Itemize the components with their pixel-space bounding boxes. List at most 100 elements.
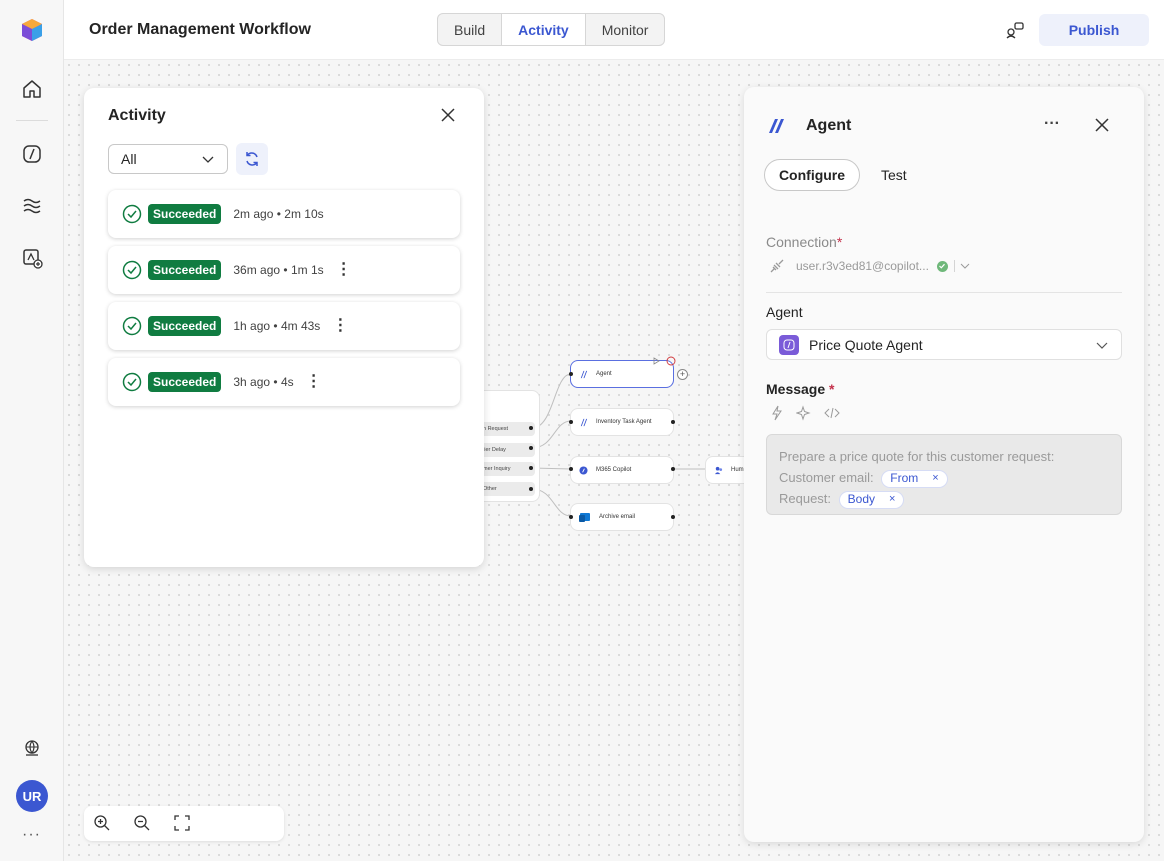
port-dot[interactable]: [671, 467, 675, 471]
agent-icon: [769, 119, 784, 133]
flow-node-copilot[interactable]: M365 Copilot: [570, 456, 674, 484]
success-check-icon: [122, 372, 142, 392]
port-dot[interactable]: [569, 420, 573, 424]
refresh-icon: [246, 152, 258, 166]
port-dot[interactable]: [569, 515, 573, 519]
view-tabs: Build Activity Monitor: [437, 13, 666, 46]
app-logo-icon[interactable]: [18, 16, 46, 44]
required-mark: *: [829, 381, 835, 397]
remove-token-icon[interactable]: ×: [932, 468, 938, 489]
success-check-icon: [122, 260, 142, 280]
agent-field-label: Agent: [766, 304, 803, 320]
data-icon[interactable]: [18, 192, 46, 220]
close-icon[interactable]: [1093, 116, 1111, 134]
node-label: M365 Copilot: [596, 467, 632, 473]
agent-select-value: Price Quote Agent: [809, 336, 923, 353]
run-item[interactable]: Succeeded 3h ago • 4s ⋮: [108, 358, 460, 406]
run-item[interactable]: Succeeded 1h ago • 4m 43s ⋮: [108, 302, 460, 350]
port-dot[interactable]: [529, 426, 533, 430]
tab-configure[interactable]: Configure: [764, 159, 860, 191]
zoom-toolbar: [84, 806, 284, 841]
close-icon[interactable]: [439, 106, 457, 124]
run-item[interactable]: Succeeded 2m ago • 2m 10s: [108, 190, 460, 238]
node-label: Inventory Task Agent: [596, 419, 652, 425]
connection-selector[interactable]: user.r3v3ed81@copilot...: [768, 257, 971, 275]
world-icon[interactable]: [18, 734, 46, 762]
copilot-node-icon: [579, 465, 588, 475]
required-mark: *: [836, 234, 843, 250]
publish-button[interactable]: Publish: [1039, 14, 1149, 46]
run-meta: 1h ago • 4m 43s: [233, 319, 321, 333]
refresh-button[interactable]: [236, 143, 268, 175]
lightning-icon[interactable]: [770, 405, 784, 421]
node-label: Archive email: [599, 514, 636, 520]
chevron-down-icon: [1096, 342, 1108, 349]
message-label-text: Message: [766, 381, 826, 397]
agent-panel-title: Agent: [806, 117, 852, 134]
tab-activity[interactable]: Activity: [502, 14, 586, 45]
port-dot[interactable]: [569, 467, 573, 471]
message-prefix: Request:: [779, 491, 832, 506]
code-icon[interactable]: [824, 405, 840, 421]
agent-select[interactable]: Price Quote Agent: [766, 329, 1122, 360]
run-meta: 2m ago • 2m 10s: [233, 207, 324, 221]
add-node-icon[interactable]: +: [677, 369, 688, 380]
success-check-icon: [122, 316, 142, 336]
connection-value: user.r3v3ed81@copilot...: [796, 259, 929, 273]
port-dot[interactable]: [529, 487, 533, 491]
run-item[interactable]: Succeeded 36m ago • 1m 1s ⋮: [108, 246, 460, 294]
port-dot[interactable]: [529, 446, 533, 450]
remove-token-icon[interactable]: ×: [889, 489, 895, 510]
rail-divider: [16, 120, 48, 121]
success-check-icon: [122, 204, 142, 224]
status-badge: Succeeded: [148, 372, 222, 392]
flow-node-archive[interactable]: Archive email: [570, 503, 674, 531]
agents-icon[interactable]: [18, 140, 46, 168]
status-badge: Succeeded: [148, 260, 222, 280]
dynamic-token[interactable]: Body ×: [838, 489, 905, 510]
message-line: Customer email: From ×: [779, 467, 1109, 488]
activity-panel: Activity All Succeeded 2m ago • 2m 10s S…: [84, 88, 484, 567]
flow-node-inventory[interactable]: Inventory Task Agent: [570, 408, 674, 436]
home-icon[interactable]: [18, 75, 46, 103]
share-icon[interactable]: [1005, 20, 1025, 40]
outlook-icon: [579, 513, 590, 522]
connected-check-icon: [936, 260, 948, 272]
node-actions-icon[interactable]: [652, 356, 678, 366]
more-options-icon[interactable]: ⋮: [332, 318, 348, 334]
left-rail: UR ···: [0, 0, 64, 861]
token-label: From: [890, 471, 919, 486]
agent-node-icon: [580, 370, 588, 378]
agent-node-icon: [580, 418, 588, 426]
more-options-icon[interactable]: ⋮: [306, 374, 322, 390]
port-dot[interactable]: [529, 466, 533, 470]
message-input[interactable]: Prepare a price quote for this customer …: [766, 434, 1122, 515]
tab-build[interactable]: Build: [438, 14, 503, 45]
message-toolbar: [770, 405, 840, 421]
zoom-out-icon[interactable]: [133, 814, 151, 832]
page-title: Order Management Workflow: [89, 21, 311, 38]
port-dot[interactable]: [671, 515, 675, 519]
activity-panel-title: Activity: [108, 107, 166, 124]
chevron-down-icon: [960, 263, 970, 269]
tab-test[interactable]: Test: [881, 159, 907, 191]
connection-label: Connection*: [766, 234, 842, 250]
sparkle-icon[interactable]: [796, 405, 812, 421]
port-dot[interactable]: [569, 372, 573, 376]
zoom-in-icon[interactable]: [93, 814, 111, 832]
people-node-icon: [714, 466, 723, 474]
status-filter-dropdown[interactable]: All: [108, 144, 228, 174]
dynamic-token[interactable]: From ×: [881, 468, 948, 489]
more-options-icon[interactable]: ···: [1044, 115, 1060, 133]
fit-view-icon[interactable]: [173, 814, 191, 832]
more-options-icon[interactable]: ⋮: [336, 262, 352, 278]
plug-icon: [770, 259, 784, 273]
avatar[interactable]: UR: [16, 780, 48, 812]
port-dot[interactable]: [671, 420, 675, 424]
node-label: Hum: [731, 467, 744, 473]
divider: [953, 260, 955, 272]
add-app-icon[interactable]: [18, 244, 46, 272]
more-options-icon[interactable]: ···: [22, 826, 41, 844]
tab-monitor[interactable]: Monitor: [586, 14, 665, 45]
node-label: Agent: [596, 371, 612, 377]
